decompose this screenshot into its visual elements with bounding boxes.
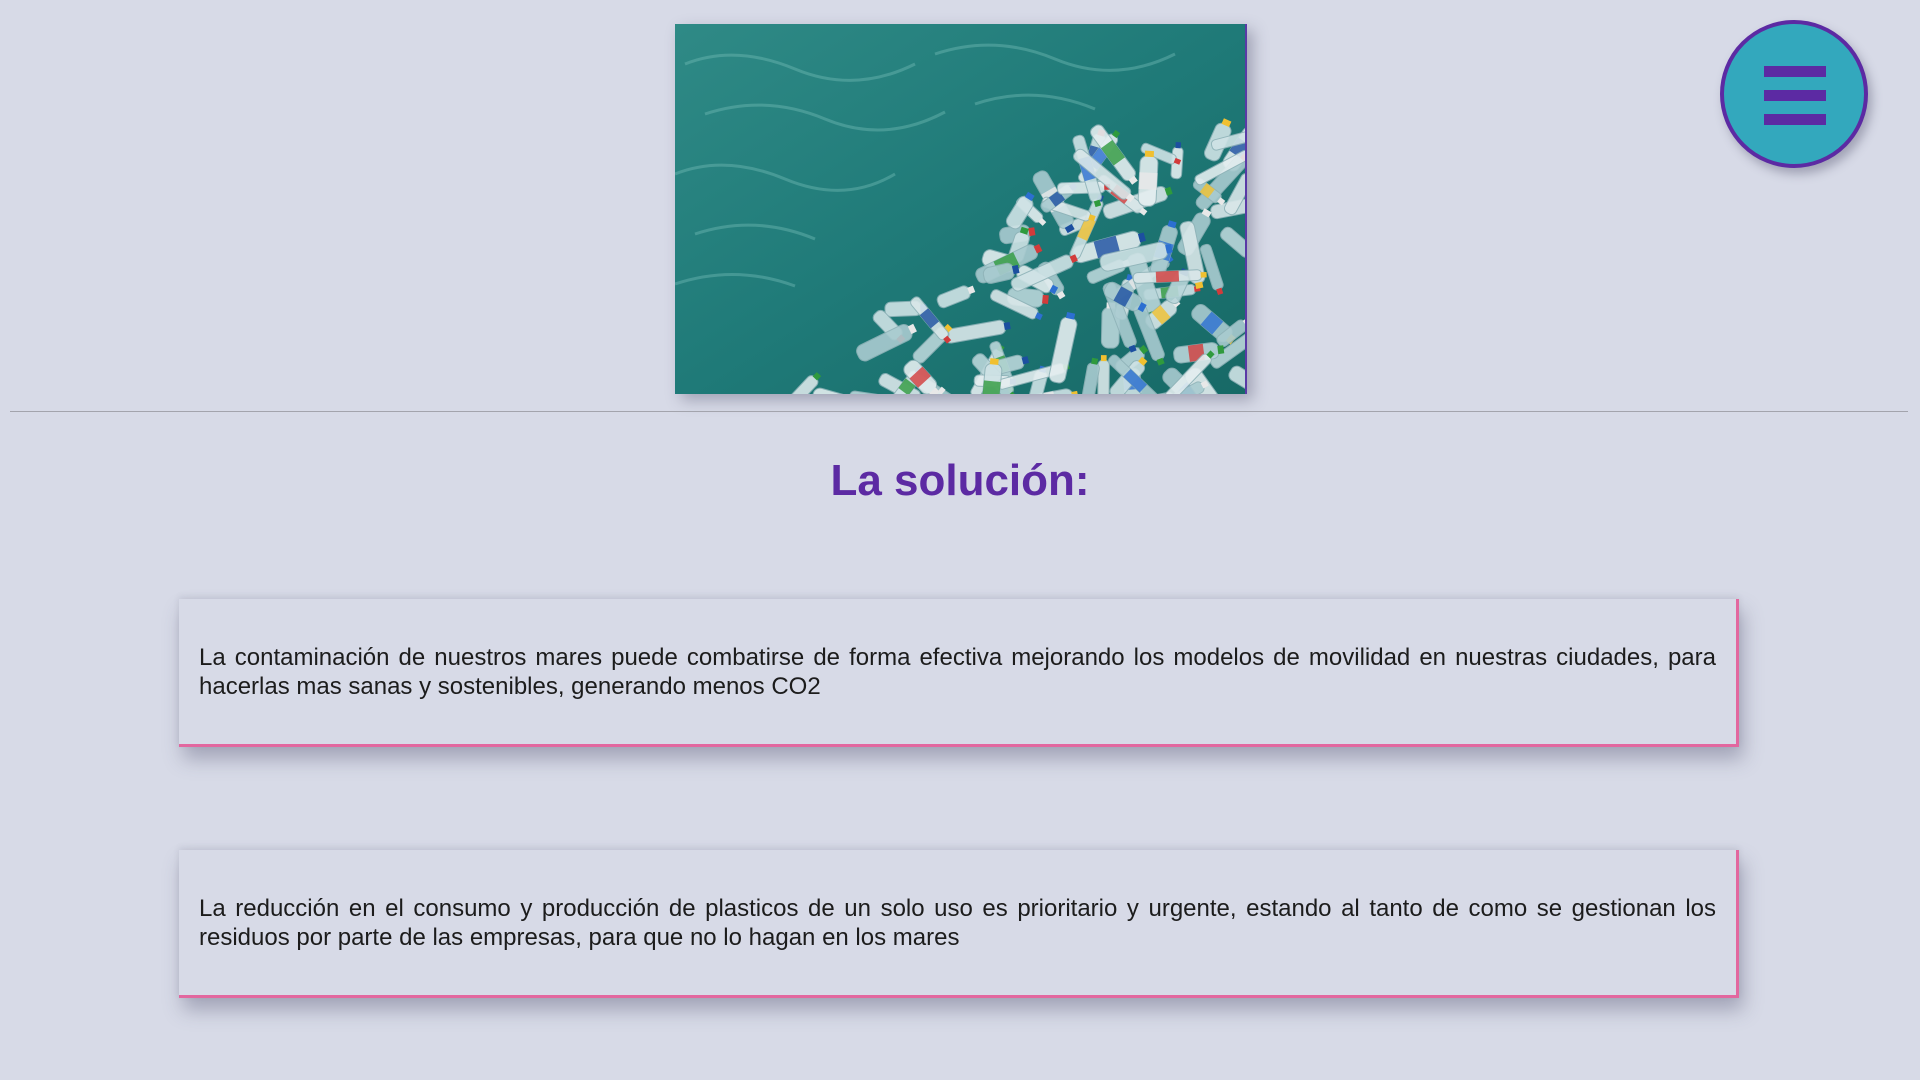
menu-icon-bar [1764,114,1826,125]
solution-card-text: La reducción en el consumo y producción … [199,894,1716,951]
bottle [1097,355,1110,394]
solution-card-mobility: La contaminación de nuestros mares puede… [179,599,1739,747]
menu-icon-bar [1764,90,1826,101]
menu-icon-bar [1764,66,1826,77]
hero-image [675,24,1247,394]
ocean-plastic-illustration [675,24,1245,394]
page: La solución: La contaminación de nuestro… [0,0,1920,1080]
solution-card-text: La contaminación de nuestros mares puede… [199,643,1716,700]
section-title: La solución: [830,456,1090,505]
section-divider [10,411,1908,412]
bottle [1137,150,1159,207]
solution-card-plastics: La reducción en el consumo y producción … [179,850,1739,998]
menu-button[interactable] [1720,20,1868,168]
